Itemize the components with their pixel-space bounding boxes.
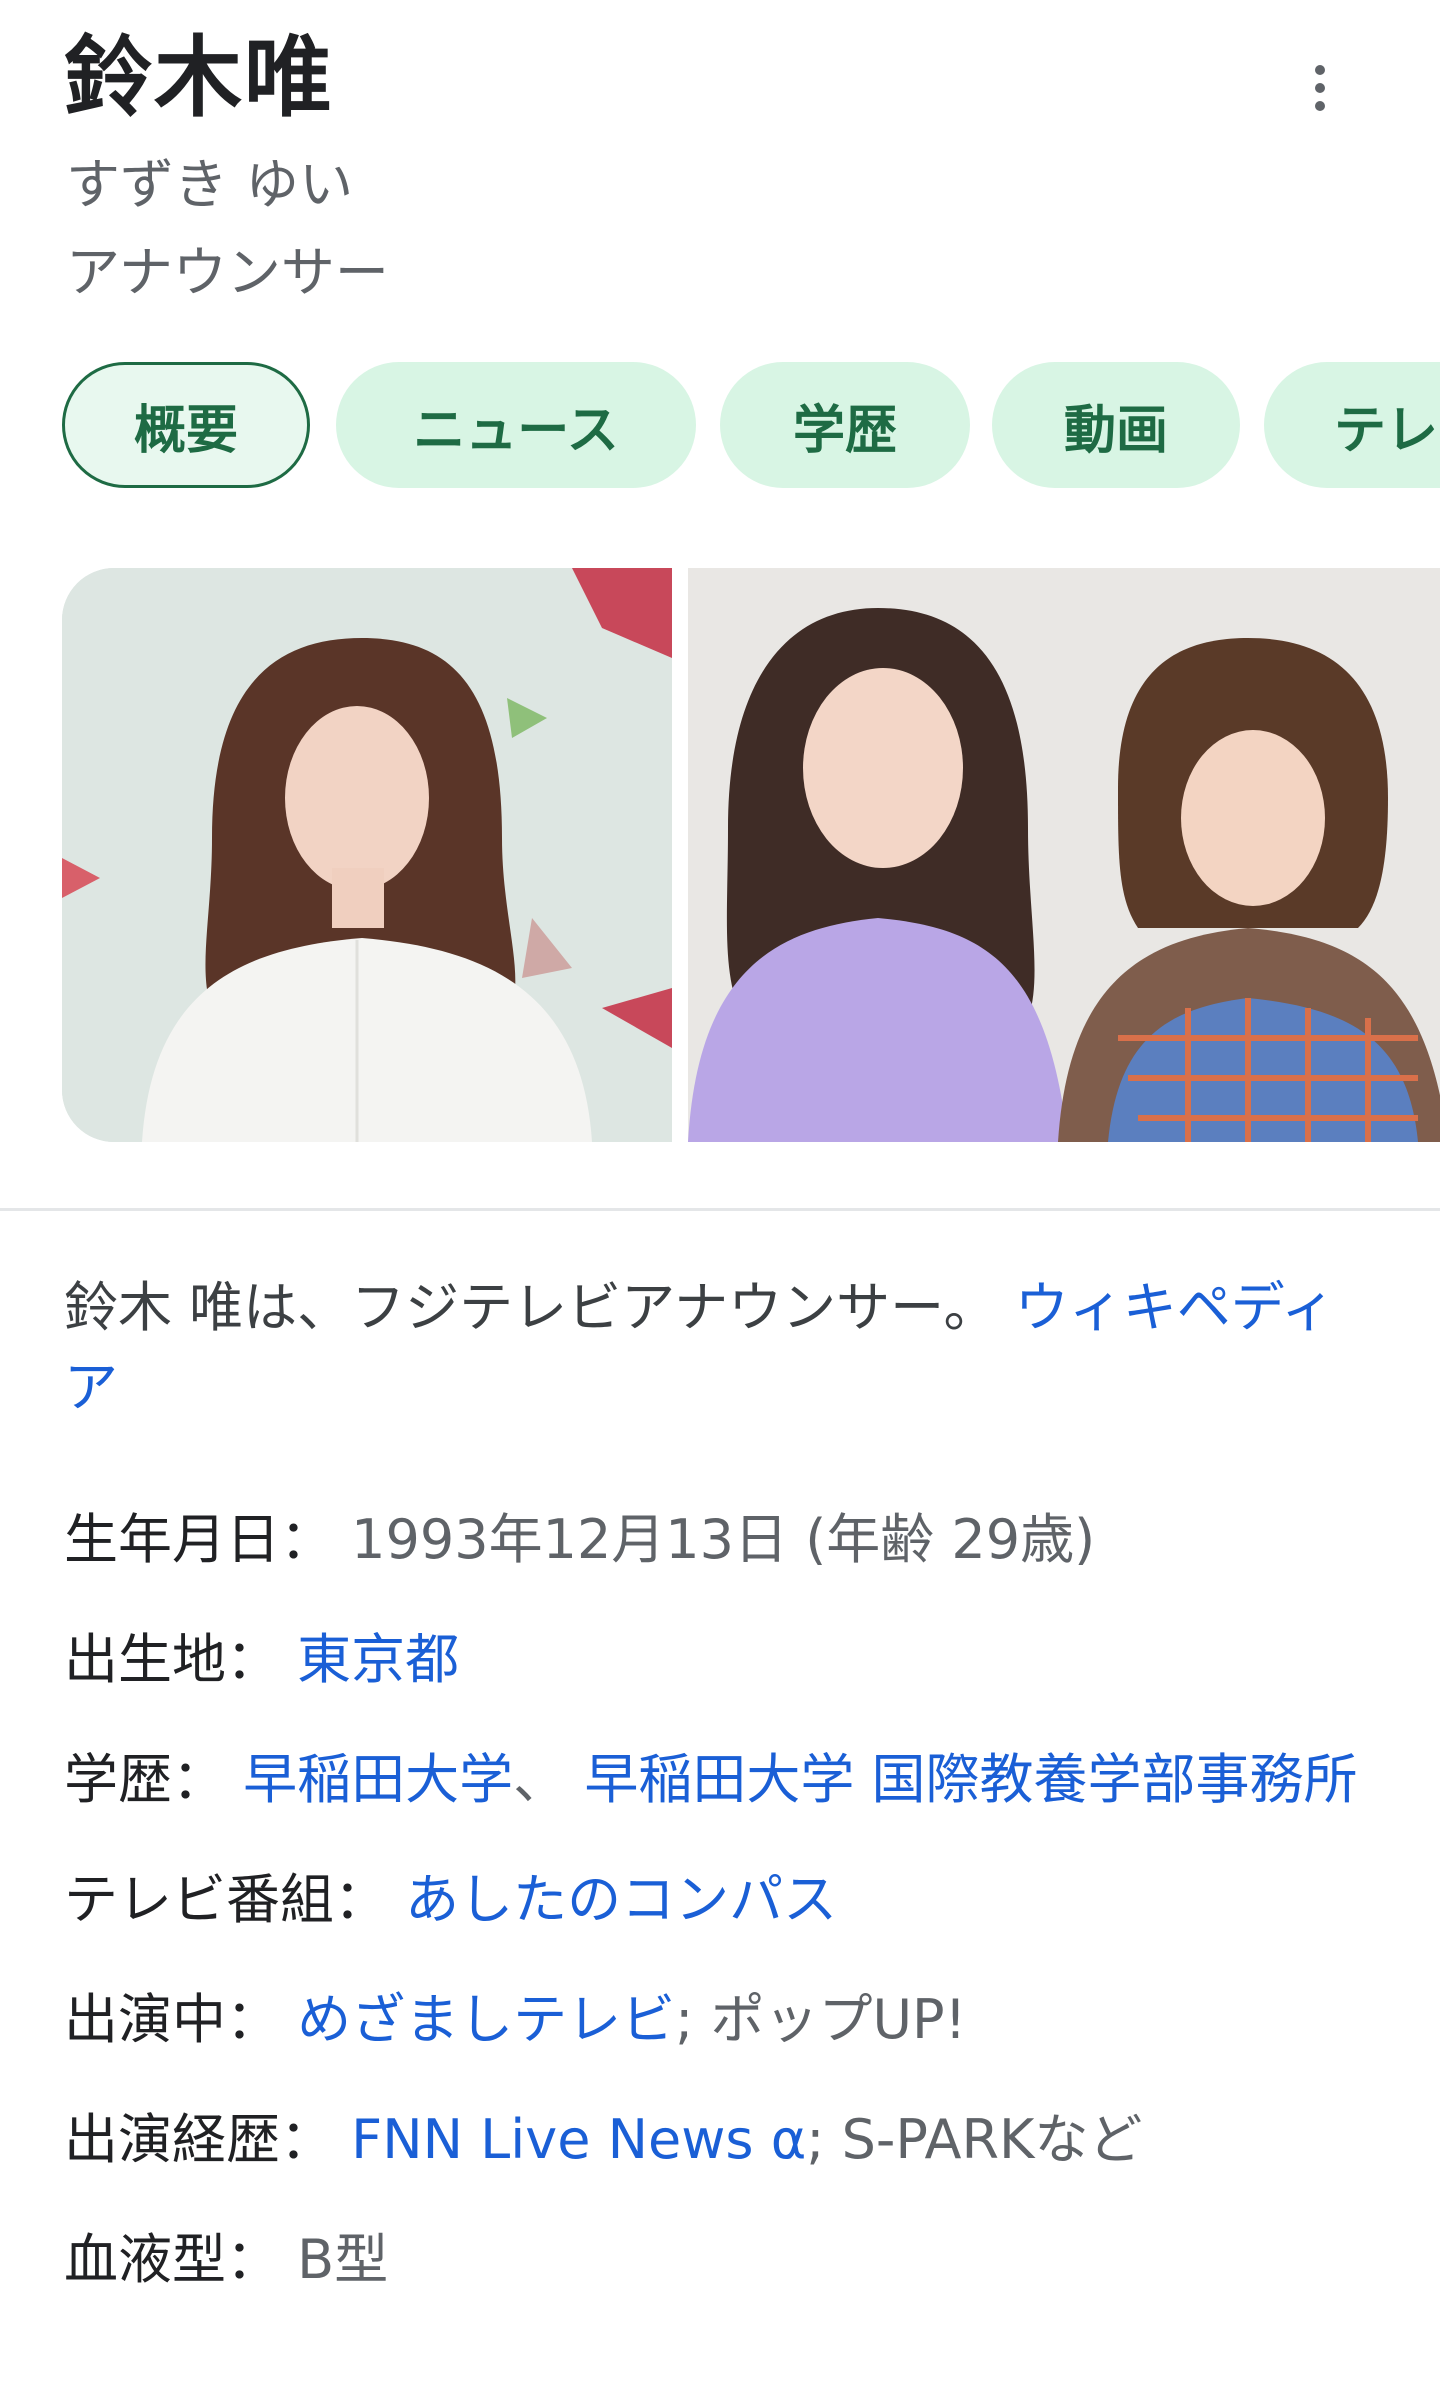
fact-past: 出演経歴： FNN Live News α; S-PARKなど xyxy=(64,2100,1384,2180)
more-vert-icon xyxy=(1315,65,1325,111)
more-options-button[interactable] xyxy=(1280,48,1360,128)
current-show-link[interactable]: めざましテレビ xyxy=(297,1988,675,2051)
fact-tv: テレビ番組： あしたのコンパス xyxy=(64,1860,1384,1940)
fact-education: 学歴： 早稲田大学、 早稲田大学 国際教養学部事務所 xyxy=(64,1740,1384,1820)
tab-overview[interactable]: 概要 xyxy=(62,362,310,488)
education-link-2[interactable]: 早稲田大学 国際教養学部事務所 xyxy=(584,1748,1357,1811)
entity-occupation: アナウンサー xyxy=(66,241,389,304)
fact-current: 出演中： めざましテレビ; ポップUP! xyxy=(64,1980,1384,2060)
section-divider xyxy=(0,1208,1440,1211)
fact-label: 出演中： xyxy=(64,1988,280,2051)
fact-label: 血液型： xyxy=(64,2228,280,2291)
fact-value: 1993年12月13日 (年齢 29歳) xyxy=(351,1508,1096,1571)
tv-program-link[interactable]: あしたのコンパス xyxy=(405,1868,837,1931)
portrait-image-2[interactable] xyxy=(688,568,1440,1142)
fact-birth: 生年月日： 1993年12月13日 (年齢 29歳) xyxy=(64,1500,1384,1580)
tab-videos[interactable]: 動画 xyxy=(992,362,1240,488)
facts-list: 生年月日： 1993年12月13日 (年齢 29歳) 出生地： 東京都 学歴： … xyxy=(64,1500,1384,2340)
fact-birthplace: 出生地： 東京都 xyxy=(64,1620,1384,1700)
tab-chips: 概要 ニュース 学歴 動画 テレ xyxy=(62,362,1440,492)
entity-reading: すずき ゆい xyxy=(66,153,354,216)
description: 鈴木 唯は、フジテレビアナウンサー。 ウィキペディア xyxy=(64,1268,1364,1428)
image-carousel[interactable] xyxy=(62,568,1440,1142)
fact-blood: 血液型： B型 xyxy=(64,2220,1384,2300)
entity-title: 鈴木唯 xyxy=(64,26,335,129)
tab-news[interactable]: ニュース xyxy=(336,362,696,488)
fact-label: 学歴： xyxy=(64,1748,226,1811)
birthplace-link[interactable]: 東京都 xyxy=(297,1628,459,1691)
past-show-link[interactable]: FNN Live News α xyxy=(351,2108,806,2171)
description-text: 鈴木 唯は、フジテレビアナウンサー。 xyxy=(64,1276,998,1339)
education-link-1[interactable]: 早稲田大学 xyxy=(243,1748,513,1811)
fact-label: 生年月日： xyxy=(64,1508,334,1571)
past-show-rest: ; S-PARKなど xyxy=(806,2108,1143,2171)
current-show-rest: ; ポップUP! xyxy=(675,1988,967,2051)
portrait-image-1[interactable] xyxy=(62,568,672,1142)
fact-label: 出演経歴： xyxy=(64,2108,334,2171)
education-separator: 、 xyxy=(513,1748,585,1811)
tab-tv[interactable]: テレ xyxy=(1264,362,1440,488)
fact-label: 出生地： xyxy=(64,1628,280,1691)
fact-value: B型 xyxy=(297,2228,389,2291)
tab-education[interactable]: 学歴 xyxy=(720,362,970,488)
fact-label: テレビ番組： xyxy=(64,1868,388,1931)
